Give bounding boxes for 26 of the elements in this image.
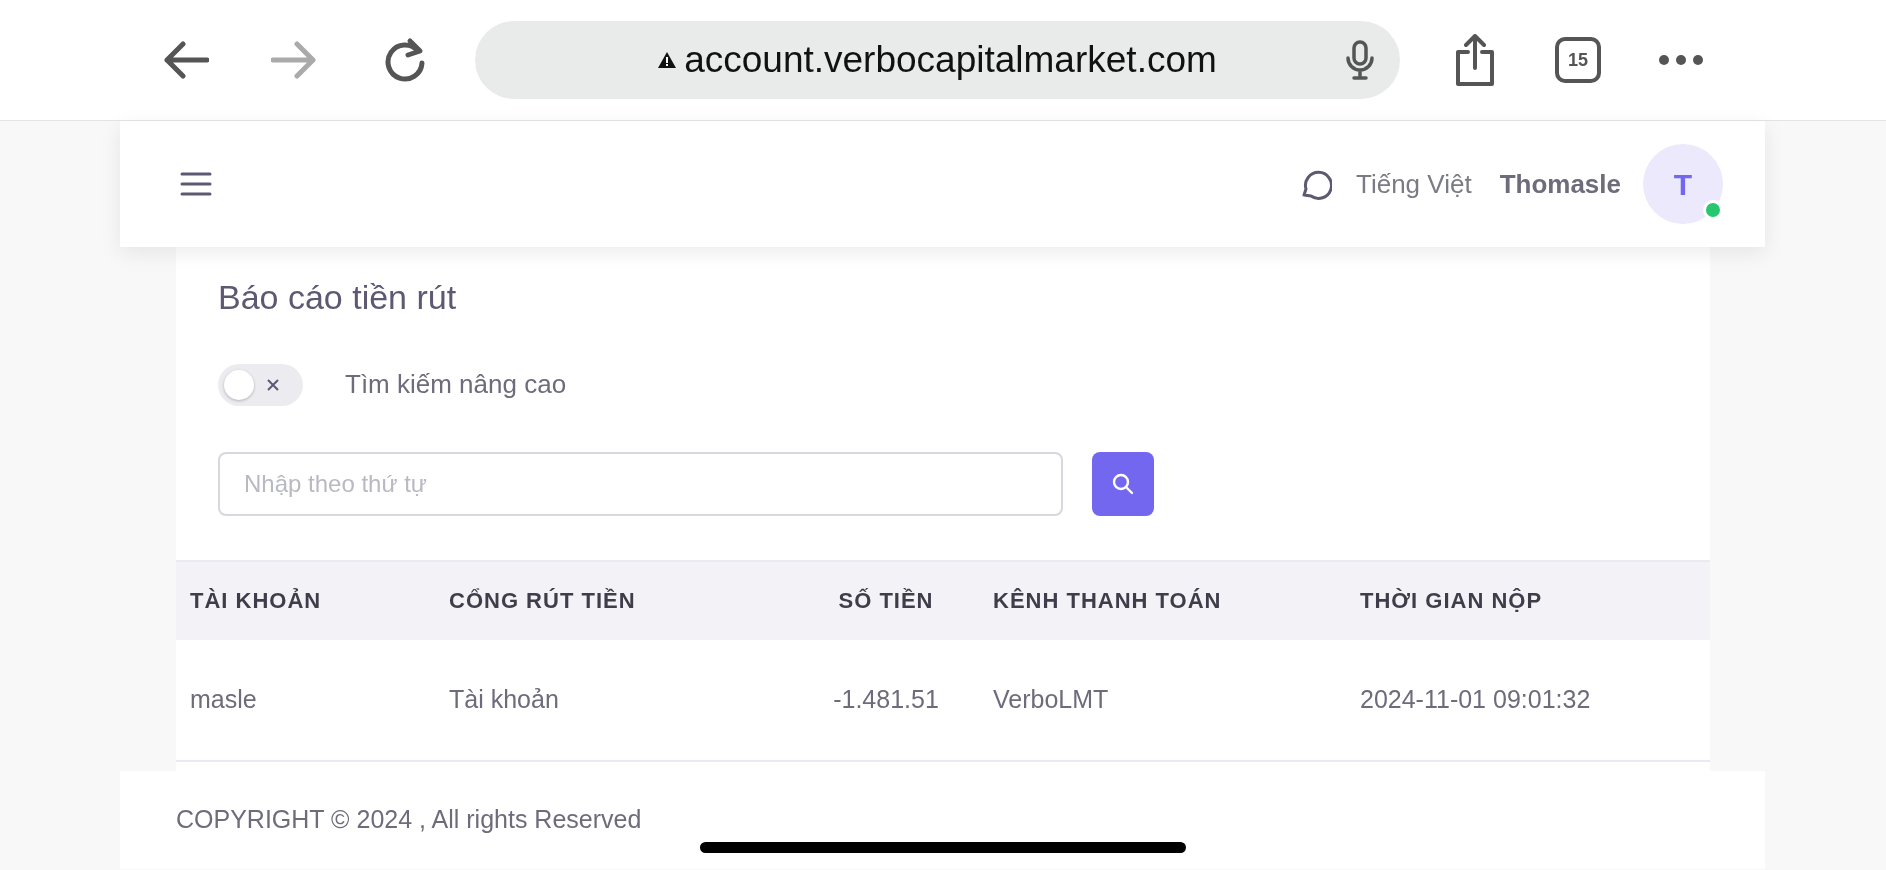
search-icon: [1112, 472, 1134, 495]
avatar[interactable]: T: [1643, 144, 1723, 224]
warning-icon: [658, 52, 677, 68]
tabs-button[interactable]: 15: [1555, 37, 1601, 83]
search-field[interactable]: Nhập theo thứ tự: [218, 451, 1063, 516]
column-header: THỜI GIAN NỘP: [1360, 588, 1543, 614]
table-cell: Tài khoản: [449, 685, 559, 714]
table-cell: masle: [190, 685, 257, 714]
user-name: Thomasle: [1499, 167, 1621, 201]
column-header: SỐ TIỀN: [838, 588, 934, 614]
table-cell: VerboLMT: [993, 685, 1109, 714]
close-icon: [266, 377, 280, 392]
address-bar[interactable]: account.verbocapitalmarket.com: [475, 21, 1400, 99]
table-cell: -1.481.51: [833, 685, 939, 714]
microphone-icon[interactable]: [1345, 40, 1375, 80]
column-header: KÊNH THANH TOÁN: [993, 588, 1222, 614]
copyright-text: COPYRIGHT © 2024 , All rights Reserved: [176, 805, 642, 833]
table-cell: 2024-11-01 09:01:32: [1360, 685, 1591, 714]
toggle-switch[interactable]: [218, 363, 303, 406]
search-button[interactable]: [1092, 451, 1154, 516]
column-header: CỔNG RÚT TIỀN: [449, 588, 636, 614]
language-selector[interactable]: Tiếng Việt: [1356, 164, 1472, 204]
toggle-label: Tìm kiếm nâng cao: [345, 368, 567, 402]
column-header: TÀI KHOẢN: [190, 588, 322, 614]
menu-icon[interactable]: [180, 172, 212, 196]
page-title: Báo cáo tiền rút: [217, 277, 458, 318]
